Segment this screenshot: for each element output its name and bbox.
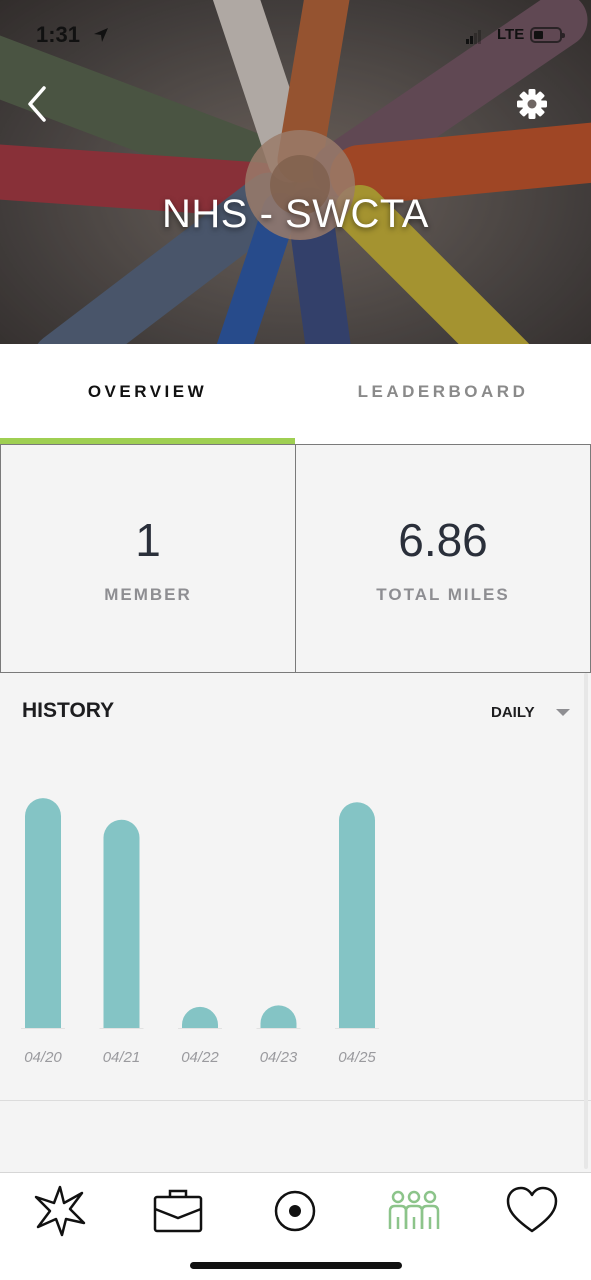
chart-tick-label: 04/25 [338,1049,376,1066]
history-bar-chart: 04/20 04/21 04/22 04/23 04/25 [21,798,379,1066]
chart-tick-label: 04/20 [24,1049,62,1066]
range-dropdown-value: DAILY [491,704,535,721]
nav-item-teams[interactable] [384,1181,444,1241]
total-miles-card: 6.86 TOTAL MILES [295,444,591,673]
record-icon [274,1190,316,1232]
chart-bar [25,798,61,1028]
tab-leaderboard[interactable]: LEADERBOARD [295,344,591,444]
team-hero-banner: 1:31 LTE NHS - SWCTA [0,0,591,344]
history-title: HISTORY [22,699,115,722]
network-type: LTE [497,26,525,43]
status-bar: 1:31 LTE [0,0,591,70]
history-divider [0,1100,591,1101]
heart-icon [506,1186,558,1233]
settings-button[interactable] [514,86,550,122]
team-icon [388,1190,440,1229]
nav-item-health[interactable] [502,1181,562,1241]
tab-leaderboard-label: LEADERBOARD [357,382,529,401]
chart-bar [260,1005,297,1028]
caret-down-icon [556,709,570,716]
member-count-card: 1 MEMBER [0,444,296,673]
back-button[interactable] [22,84,56,124]
nav-item-record[interactable] [265,1181,325,1241]
tab-overview-label: OVERVIEW [87,382,208,401]
status-time: 1:31 [36,22,81,47]
member-count-value: 1 [135,514,161,566]
tab-bar: OVERVIEW LEADERBOARD [0,344,591,444]
chart-bar [182,1006,218,1028]
nav-item-activity[interactable] [30,1181,90,1241]
home-indicator [190,1262,402,1269]
tab-overview[interactable]: OVERVIEW [0,344,295,444]
range-dropdown[interactable]: DAILY [480,701,580,725]
scroll-indicator [584,673,588,1169]
chart-tick-label: 04/21 [103,1049,141,1066]
location-arrow-icon [94,28,108,42]
signal-icon [466,30,481,44]
gear-icon [517,89,547,119]
chart-bar [103,819,140,1028]
chart-bar [339,802,375,1028]
bottom-navigation [0,1172,591,1280]
member-count-label: MEMBER [104,585,192,604]
history-section: HISTORY DAILY 04/20 04/21 04/22 04/23 04/25 [0,673,591,1172]
stats-section: 1 MEMBER 6.86 TOTAL MILES [0,444,591,673]
battery-icon [530,27,565,43]
chevron-left-icon [28,86,46,122]
burst-icon [34,1185,86,1237]
chart-tick-label: 04/23 [260,1049,298,1066]
nav-item-challenges[interactable] [148,1181,208,1241]
total-miles-label: TOTAL MILES [376,585,510,604]
total-miles-value: 6.86 [398,514,488,566]
briefcase-icon [153,1189,203,1233]
chart-tick-label: 04/22 [181,1049,219,1066]
team-name-title: NHS - SWCTA [162,192,429,236]
